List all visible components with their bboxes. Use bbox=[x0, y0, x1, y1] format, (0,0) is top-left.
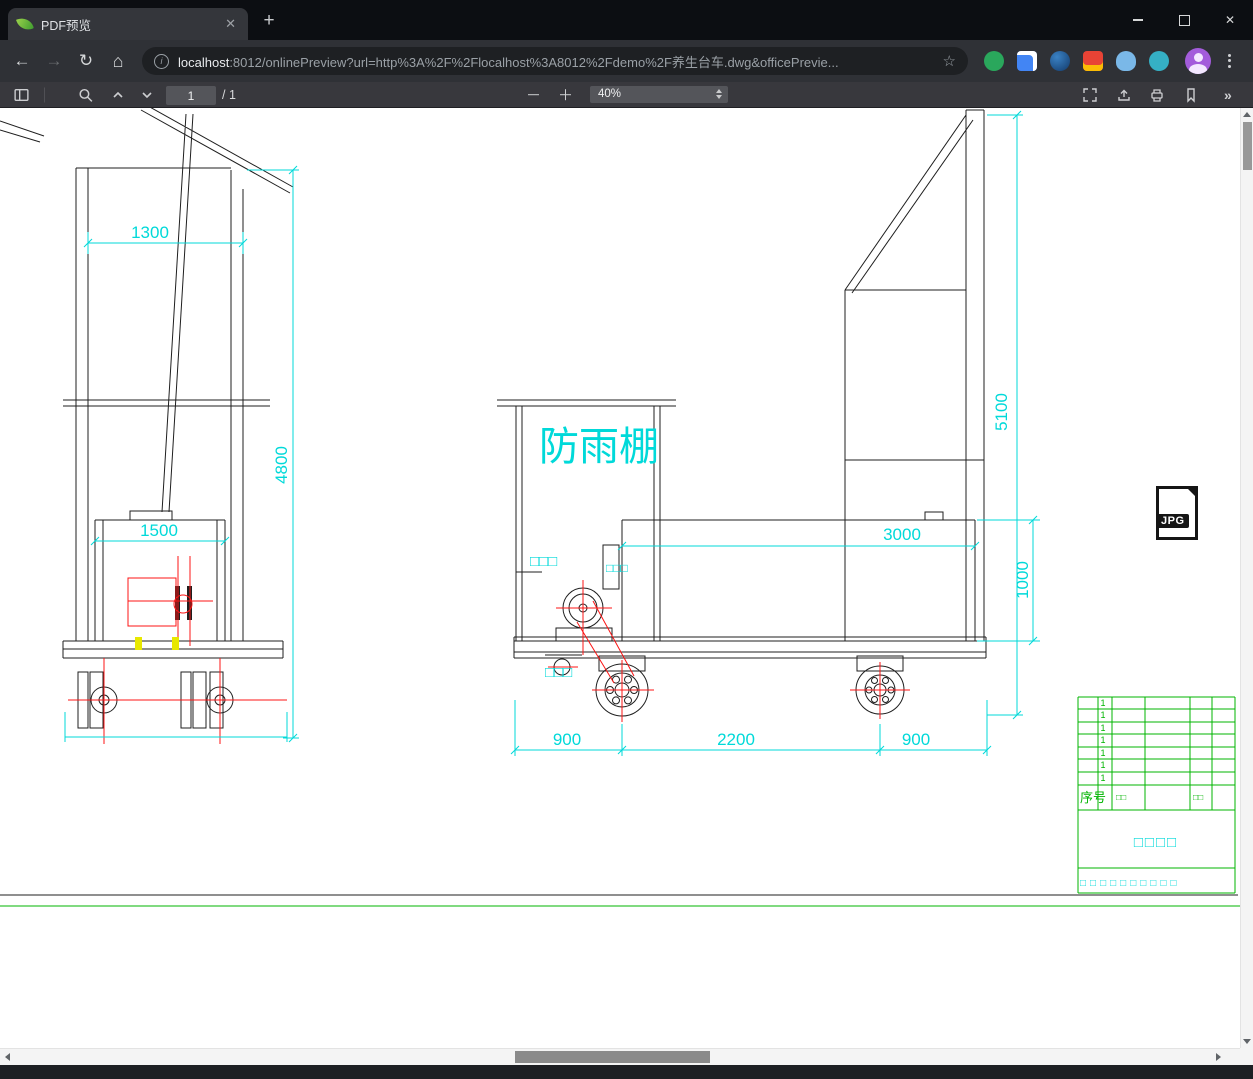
titleblock-row: 1 bbox=[1100, 773, 1105, 783]
minimize-button[interactable] bbox=[1115, 0, 1161, 40]
canopy-label: 防雨棚 bbox=[539, 425, 659, 469]
bookmark-star-icon[interactable]: ☆ bbox=[943, 52, 956, 70]
url-path: :8012/onlinePreview?url=http%3A%2F%2Floc… bbox=[229, 54, 839, 70]
placeholder-text-c: □□□ bbox=[545, 664, 572, 681]
dimension-1500: 1500 bbox=[140, 521, 178, 540]
page-total-label: / 1 bbox=[222, 88, 236, 102]
jpg-stamp-label: JPG bbox=[1157, 514, 1189, 528]
placeholder-text-a: □□□ bbox=[530, 553, 557, 570]
titleblock-row: 1 bbox=[1100, 735, 1105, 745]
titlebar: PDF预览 ✕ + ✕ bbox=[0, 0, 1253, 40]
open-file-icon[interactable] bbox=[1116, 87, 1132, 103]
address-bar[interactable]: i localhost:8012/onlinePreview?url=http%… bbox=[142, 47, 968, 75]
scroll-right-arrow[interactable] bbox=[1212, 1049, 1226, 1065]
select-spinner-icon bbox=[716, 89, 722, 99]
pdf-toolbar: / 1 40% » bbox=[0, 82, 1253, 108]
page-number-input[interactable] bbox=[166, 86, 216, 105]
cad-drawing: 1300 4800 1500 防雨棚 □□□ □□□ □□□ 3000 1000… bbox=[0, 108, 1240, 907]
horizontal-scroll-thumb[interactable] bbox=[515, 1051, 710, 1063]
zoom-value: 40% bbox=[598, 88, 622, 100]
close-button[interactable]: ✕ bbox=[1207, 0, 1253, 40]
side-view: 防雨棚 □□□ □□□ □□□ 3000 1000 5100 900 2200 … bbox=[497, 109, 1040, 756]
previous-page-icon[interactable] bbox=[110, 87, 126, 103]
browser-tab[interactable]: PDF预览 ✕ bbox=[8, 8, 248, 40]
dimension-4800: 4800 bbox=[272, 446, 291, 484]
search-icon[interactable] bbox=[77, 86, 94, 103]
titleblock-row: 1 bbox=[1100, 698, 1105, 708]
titleblock-row: 1 bbox=[1100, 710, 1105, 720]
maximize-icon bbox=[1178, 14, 1190, 26]
scrollbar-corner bbox=[1240, 1048, 1253, 1065]
reload-button[interactable]: ↻ bbox=[74, 50, 98, 72]
dimension-1000: 1000 bbox=[1013, 561, 1032, 599]
dimension-3000: 3000 bbox=[883, 525, 921, 544]
dimension-5100: 5100 bbox=[992, 393, 1011, 431]
drawing-title-text: □□□□ bbox=[1134, 834, 1178, 851]
drawing-number-text: □□□□□□□□□□ bbox=[1080, 878, 1180, 889]
titleblock-row: 1 bbox=[1100, 748, 1105, 758]
more-tools-icon[interactable]: » bbox=[1224, 87, 1232, 103]
minimize-icon bbox=[1133, 19, 1143, 21]
site-info-icon[interactable]: i bbox=[154, 53, 169, 69]
jpg-stamp-page-icon: JPG bbox=[1156, 486, 1198, 540]
title-block: 序号 □□ □□ 1 1 1 1 1 1 1 □□□□ □□□□□□□□□□ bbox=[1077, 696, 1236, 894]
dimension-1300: 1300 bbox=[131, 223, 169, 242]
horizontal-scrollbar[interactable] bbox=[0, 1048, 1240, 1065]
back-button[interactable]: ← bbox=[10, 50, 34, 72]
translate-extension-icon[interactable] bbox=[1017, 51, 1037, 71]
jpg-stamp-fold-icon bbox=[1185, 486, 1198, 499]
extension-icon-3[interactable] bbox=[1050, 51, 1070, 71]
bookmark-icon[interactable] bbox=[1183, 87, 1199, 103]
forward-button[interactable]: → bbox=[42, 50, 66, 72]
dimension-900-left: 900 bbox=[553, 730, 581, 749]
titleblock-row: 1 bbox=[1100, 723, 1105, 733]
dimension-2200: 2200 bbox=[717, 730, 755, 749]
extension-icon-6[interactable] bbox=[1149, 51, 1169, 71]
titleblock-header-col2: □□ bbox=[1116, 792, 1126, 802]
url-host: localhost bbox=[178, 54, 230, 70]
titleblock-header-col1: 序号 bbox=[1080, 790, 1106, 805]
vertical-scroll-thumb[interactable] bbox=[1243, 122, 1252, 170]
titleblock-header-col3: □□ bbox=[1193, 792, 1203, 802]
url-text[interactable]: localhost:8012/onlinePreview?url=http%3A… bbox=[178, 52, 943, 71]
placeholder-text-b: □□□ bbox=[606, 561, 628, 575]
zoom-in-button[interactable] bbox=[560, 89, 571, 99]
leaf-favicon-icon bbox=[16, 15, 34, 33]
extension-icon-4[interactable] bbox=[1083, 51, 1103, 71]
toolbar-separator bbox=[44, 87, 45, 102]
dimension-900-right: 900 bbox=[902, 730, 930, 749]
pdf-page: 1300 4800 1500 防雨棚 □□□ □□□ □□□ 3000 1000… bbox=[0, 108, 1240, 1048]
home-button[interactable]: ⌂ bbox=[106, 50, 130, 72]
print-icon[interactable] bbox=[1149, 87, 1165, 103]
browser-menu-icon[interactable] bbox=[1228, 51, 1231, 70]
scroll-down-arrow[interactable] bbox=[1241, 1035, 1253, 1048]
browser-window: PDF预览 ✕ + ✕ ← → ↻ ⌂ i localhost:8012/onl… bbox=[0, 0, 1253, 1079]
scroll-left-arrow[interactable] bbox=[0, 1049, 14, 1065]
cloud-extension-icon[interactable] bbox=[1116, 51, 1136, 71]
extension-icon-1[interactable] bbox=[984, 51, 1004, 71]
front-view: 1300 4800 1500 bbox=[0, 108, 299, 744]
tab-title: PDF预览 bbox=[41, 18, 92, 33]
zoom-out-button[interactable] bbox=[528, 93, 539, 96]
vertical-scrollbar[interactable] bbox=[1240, 108, 1253, 1048]
scroll-up-arrow[interactable] bbox=[1241, 112, 1253, 117]
window-controls: ✕ bbox=[1115, 0, 1253, 40]
next-page-icon[interactable] bbox=[139, 87, 155, 103]
profile-avatar[interactable] bbox=[1185, 48, 1211, 74]
jpg-stamp: JPG bbox=[1150, 486, 1198, 540]
zoom-select[interactable]: 40% bbox=[590, 86, 728, 103]
maximize-button[interactable] bbox=[1161, 0, 1207, 40]
presentation-mode-icon[interactable] bbox=[1082, 87, 1098, 103]
tab-close-icon[interactable]: ✕ bbox=[223, 16, 238, 32]
window-bottom-edge bbox=[0, 1065, 1253, 1079]
extensions-row bbox=[984, 51, 1169, 71]
new-tab-button[interactable]: + bbox=[258, 10, 280, 32]
sidebar-toggle-icon[interactable] bbox=[13, 86, 30, 103]
titleblock-row: 1 bbox=[1100, 760, 1105, 770]
